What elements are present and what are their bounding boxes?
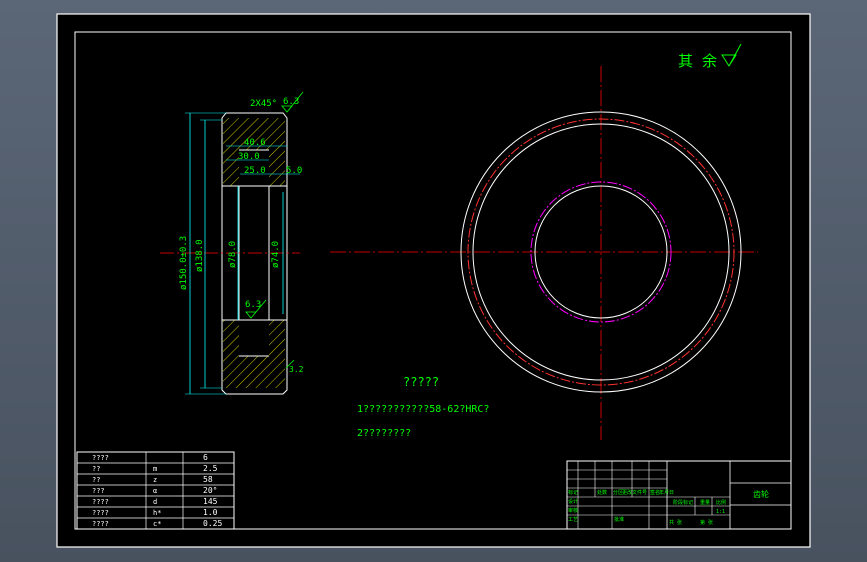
corner-note: 其 余 [678,52,717,70]
tb-label-1: 处数 [597,489,607,496]
param-name: ?? [92,465,100,473]
dia-78-label: ø78.0 [228,241,238,268]
roughness-side-label: 3.2 [289,365,304,374]
dim-25-label: 25.0 [244,166,266,176]
part-name: 齿轮 [753,489,769,499]
param-value: 145 [203,497,218,506]
param-name: ??? [92,487,105,495]
param-value: 58 [203,475,213,484]
tb-role-design: 设计 [568,498,578,505]
tb-scale: 比例 [716,499,726,506]
roughness-mid-label: 6.3 [245,300,261,310]
dia-138-label: ø138.0 [195,239,205,272]
dim-30-label: 30.0 [238,152,260,162]
param-name: ???? [92,454,109,462]
sheet-border [56,13,811,548]
dia-74-label: ø74.0 [271,241,281,268]
cad-viewport[interactable]: 其 余 2X45° 6.3 6.3 3.2 40.6 30.0 25.0 5.0… [0,0,867,562]
tb-role-check: 审核 [568,507,578,514]
param-name: ???? [92,498,109,506]
tb-stage: 阶段标记 [673,499,693,506]
param-symbol: c* [153,520,161,528]
dia-outer-label: ø150.0±0.3 [179,236,189,290]
param-value: 1.0 [203,508,218,517]
param-name: ?? [92,476,100,484]
dim-5-label: 5.0 [286,166,302,176]
tb-scale-val: 1:1 [716,509,725,515]
tb-label-5: 年月日 [659,489,674,496]
note-1: 1???????????58-62?HRC? [357,404,489,415]
tb-role-approve: 批准 [614,516,624,523]
param-value: 0.25 [203,519,222,528]
param-value: 2.5 [203,464,218,473]
roughness-top-label: 6.3 [283,97,299,107]
param-name: ???? [92,520,109,528]
chamfer-label: 2X45° [250,99,277,109]
param-value: 6 [203,453,208,462]
param-symbol: α [153,487,157,495]
drawing-canvas[interactable]: 其 余 2X45° 6.3 6.3 3.2 40.6 30.0 25.0 5.0… [0,0,867,562]
note-2: 2???????? [357,428,411,439]
param-symbol: m [153,465,157,473]
dim-40-label: 40.6 [244,138,266,148]
tb-label-3: 更改文件号 [622,489,647,496]
tb-label-0: 标记 [568,489,578,496]
param-value: 20° [203,486,217,495]
tb-weight: 重量 [700,499,710,506]
tb-sheet-of: 第 张 [700,519,713,526]
param-name: ???? [92,509,109,517]
tb-sheet: 共 张 [669,519,682,526]
hub-cutout-bottom [239,320,269,356]
param-symbol: d [153,498,157,506]
param-symbol: z [153,476,157,484]
param-symbol: h* [153,509,161,517]
tb-role-process: 工艺 [568,517,578,523]
notes-title: ????? [403,375,439,389]
